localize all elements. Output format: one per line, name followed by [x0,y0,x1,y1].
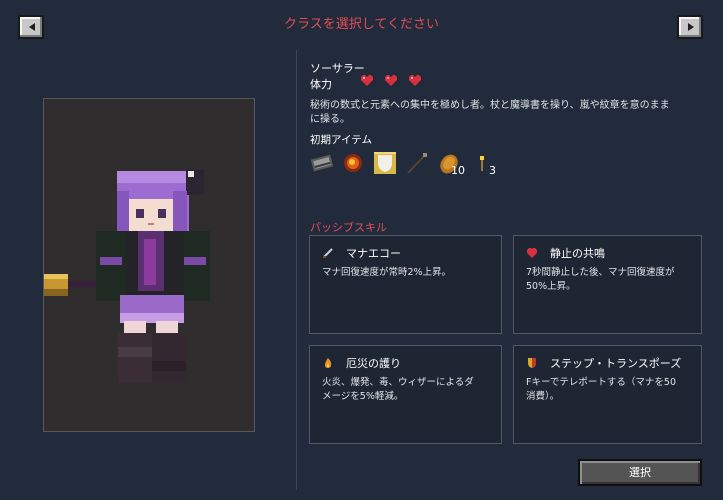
skill-description-line: 消費）。 [526,391,560,402]
class-name: ソーサラー [310,62,365,75]
heart-icon [527,248,537,258]
starting-items-label: 初期アイテム [310,134,372,146]
staff-icon [407,153,427,174]
skill-name: マナエコー [346,247,401,260]
select-button[interactable]: 選択 [578,459,702,486]
item-count-torch: 3 [489,164,496,177]
skill-description-line: マナ回復速度が常時2%上昇。 [322,267,452,278]
skill-description-line: 7秒間静止した後、マナ回復速度が [526,267,675,278]
class-description-line: 秘術の数式と元素への集中を極めし者。杖と魔導書を操り、嵐や紋章を意のまま [310,100,670,111]
heart-icon [385,75,398,86]
hp-label: 体力 [310,78,332,91]
skill-description: 火炎、爆発、毒、ウィザーによるダ メージを5%軽減。 [322,376,492,404]
item-slot-staff[interactable] [405,151,429,175]
page-title: クラスを選択してください [284,17,439,32]
skill-description-line: メージを5%軽減。 [322,391,404,402]
skill-name: ステップ・トランスポーズ [550,357,682,370]
skill-description: Fキーでテレポートする（マナを50 消費）。 [526,376,696,404]
skill-description: 7秒間静止した後、マナ回復速度が 50%上昇。 [526,266,696,294]
class-description-line: に操る。 [310,114,350,125]
skill-card[interactable]: 厄災の護り 火炎、爆発、毒、ウィザーによるダ メージを5%軽減。 [309,345,502,444]
character-preview[interactable] [40,98,255,432]
skill-description-line: 50%上昇。 [526,281,576,292]
fire-charge-icon [344,154,362,172]
sword-icon [323,248,333,258]
skill-card[interactable]: マナエコー マナ回復速度が常時2%上昇。 [309,235,502,334]
hp-hearts [360,74,427,93]
book-icon [310,154,334,172]
item-count-bread: 10 [451,164,465,177]
panel-divider [296,50,297,490]
heart-icon [361,75,373,86]
character-model [40,169,210,383]
passive-skills-label: パッシブスキル [310,221,387,234]
skill-name: 静止の共鳴 [550,247,605,260]
skill-description: マナ回復速度が常時2%上昇。 [322,266,492,280]
heart-icon [409,75,422,86]
item-slot-fire-charge[interactable] [341,151,365,175]
shield-icon [374,152,396,174]
skill-description-line: Fキーでテレポートする（マナを50 [526,377,676,388]
flame-charm-icon [325,358,332,368]
skill-description-line: 火炎、爆発、毒、ウィザーによるダ [322,377,474,388]
skill-card[interactable]: 静止の共鳴 7秒間静止した後、マナ回復速度が 50%上昇。 [513,235,702,334]
class-description: 秘術の数式と元素への集中を極めし者。杖と魔導書を操り、嵐や紋章を意のまま に操る… [310,99,690,127]
item-slot-shield[interactable] [373,151,397,175]
skill-card[interactable]: ステップ・トランスポーズ Fキーでテレポートする（マナを50 消費）。 [513,345,702,444]
skill-name: 厄災の護り [346,357,401,370]
item-slot-book[interactable] [310,151,334,175]
shield-badge-icon [528,358,536,368]
